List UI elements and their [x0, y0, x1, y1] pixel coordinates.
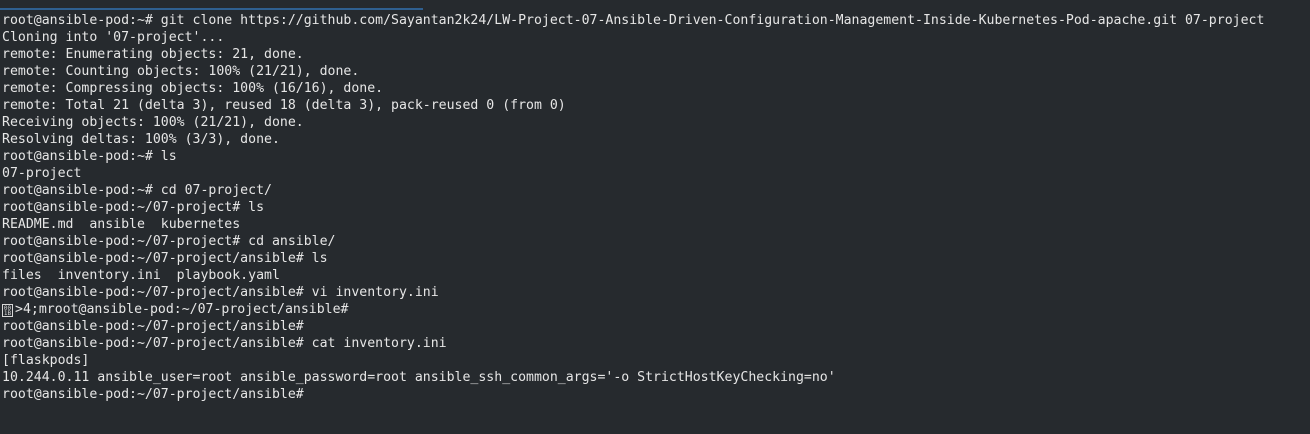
terminal-line: root@ansible-pod:~# git clone https://gi… [2, 13, 1265, 28]
terminal-line: root@ansible-pod:~/07-project# ls [2, 200, 265, 215]
terminal-line: root@ansible-pod:~# cd 07-project/ [2, 183, 272, 198]
terminal-line: remote: Enumerating objects: 21, done. [2, 47, 304, 62]
active-tab-indicator [0, 8, 423, 10]
terminal-line: Cloning into '07-project'... [2, 30, 225, 45]
terminal-line: 07-project [2, 166, 82, 181]
terminal-window[interactable]: root@ansible-pod:~# git clone https://gi… [0, 0, 1310, 434]
escape-control-glyph-icon: 00 1B [2, 304, 13, 317]
terminal-line: remote: Total 21 (delta 3), reused 18 (d… [2, 98, 566, 113]
terminal-line: Resolving deltas: 100% (3/3), done. [2, 132, 280, 147]
terminal-line: remote: Compressing objects: 100% (16/16… [2, 81, 384, 96]
terminal-line: Receiving objects: 100% (21/21), done. [2, 115, 304, 130]
terminal-line: root@ansible-pod:~/07-project/ansible# v… [2, 285, 439, 300]
terminal-prompt-line: root@ansible-pod:~/07-project/ansible# [2, 387, 304, 402]
terminal-line: root@ansible-pod:~/07-project/ansible# c… [2, 336, 447, 351]
terminal-line: README.md ansible kubernetes [2, 217, 241, 232]
terminal-line-text: >4;mroot@ansible-pod:~/07-project/ansibl… [15, 302, 349, 317]
terminal-line: root@ansible-pod:~# ls [2, 149, 177, 164]
terminal-line: 10.244.0.11 ansible_user=root ansible_pa… [2, 370, 836, 385]
terminal-line: remote: Counting objects: 100% (21/21), … [2, 64, 360, 79]
terminal-line-escape: 00 1B >4;mroot@ansible-pod:~/07-project/a… [2, 301, 1264, 318]
terminal-line: root@ansible-pod:~/07-project/ansible# [2, 319, 304, 334]
terminal-line: [flaskpods] [2, 353, 90, 368]
terminal-output[interactable]: root@ansible-pod:~# git clone https://gi… [2, 12, 1264, 403]
terminal-line: root@ansible-pod:~/07-project# cd ansibl… [2, 234, 336, 249]
terminal-line: files inventory.ini playbook.yaml [2, 268, 280, 283]
terminal-line: root@ansible-pod:~/07-project/ansible# l… [2, 251, 328, 266]
